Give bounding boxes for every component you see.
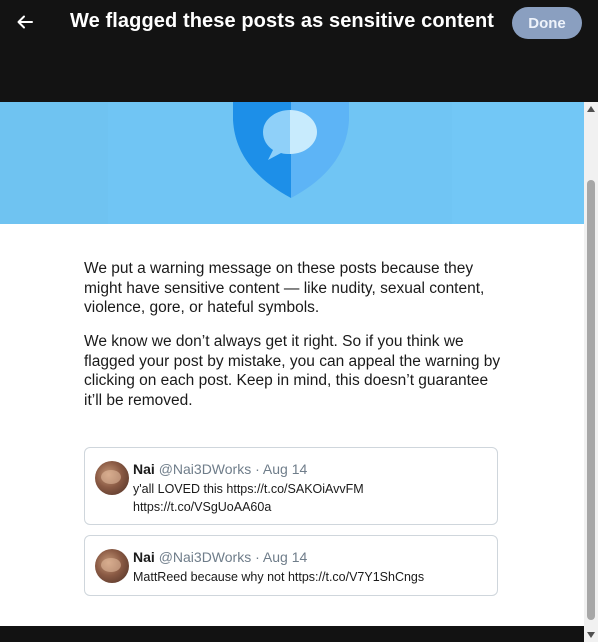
post-separator: · xyxy=(255,461,260,477)
flagged-post-card[interactable]: Nai @Nai3DWorks · Aug 14 MattReed becaus… xyxy=(84,535,498,596)
dialog-footer xyxy=(0,626,584,642)
done-button[interactable]: Done xyxy=(512,7,582,39)
banner-shade-left xyxy=(0,102,108,224)
post-separator: · xyxy=(255,549,260,565)
warning-explanation: We put a warning message on these posts … xyxy=(84,260,485,316)
shield-speech-bubble-icon xyxy=(233,102,349,198)
banner-shade-right xyxy=(452,102,584,224)
appeal-explanation: We know we don’t always get it right. So… xyxy=(84,333,501,409)
post-date: Aug 14 xyxy=(262,461,308,477)
scroll-up-button[interactable] xyxy=(584,102,598,116)
vertical-scrollbar[interactable] xyxy=(584,102,598,642)
sensitive-content-dialog: We flagged these posts as sensitive cont… xyxy=(0,0,598,642)
post-date: Aug 14 xyxy=(262,549,308,565)
arrow-left-icon xyxy=(17,15,33,29)
post-text: y'all LOVED this https://t.co/SAKOiAvvFM… xyxy=(133,480,483,516)
triangle-up-icon xyxy=(587,106,595,112)
triangle-down-icon xyxy=(587,632,595,638)
dialog-content: We put a warning message on these posts … xyxy=(0,102,584,626)
post-author-name: Nai xyxy=(133,461,155,477)
dialog-title: We flagged these posts as sensitive cont… xyxy=(70,10,495,32)
post-text-line: y'all LOVED this https://t.co/SAKOiAvvFM xyxy=(133,482,364,496)
post-header: Nai @Nai3DWorks · Aug 14 xyxy=(133,461,307,477)
post-text: MattReed because why not https://t.co/V7… xyxy=(133,568,483,586)
avatar xyxy=(95,461,129,495)
post-author-handle: @Nai3DWorks xyxy=(158,461,252,477)
banner-illustration xyxy=(0,102,584,224)
post-header: Nai @Nai3DWorks · Aug 14 xyxy=(133,549,307,565)
post-author-handle: @Nai3DWorks xyxy=(158,549,252,565)
dialog-header: We flagged these posts as sensitive cont… xyxy=(0,0,598,102)
post-text-line: https://t.co/VSgUoAA60a xyxy=(133,500,272,514)
post-author-name: Nai xyxy=(133,549,155,565)
flagged-post-card[interactable]: Nai @Nai3DWorks · Aug 14 y'all LOVED thi… xyxy=(84,447,498,525)
avatar xyxy=(95,549,129,583)
back-button[interactable] xyxy=(10,7,40,37)
scroll-thumb[interactable] xyxy=(587,180,595,620)
post-text-line: MattReed because why not https://t.co/V7… xyxy=(133,570,425,584)
scroll-down-button[interactable] xyxy=(584,628,598,642)
